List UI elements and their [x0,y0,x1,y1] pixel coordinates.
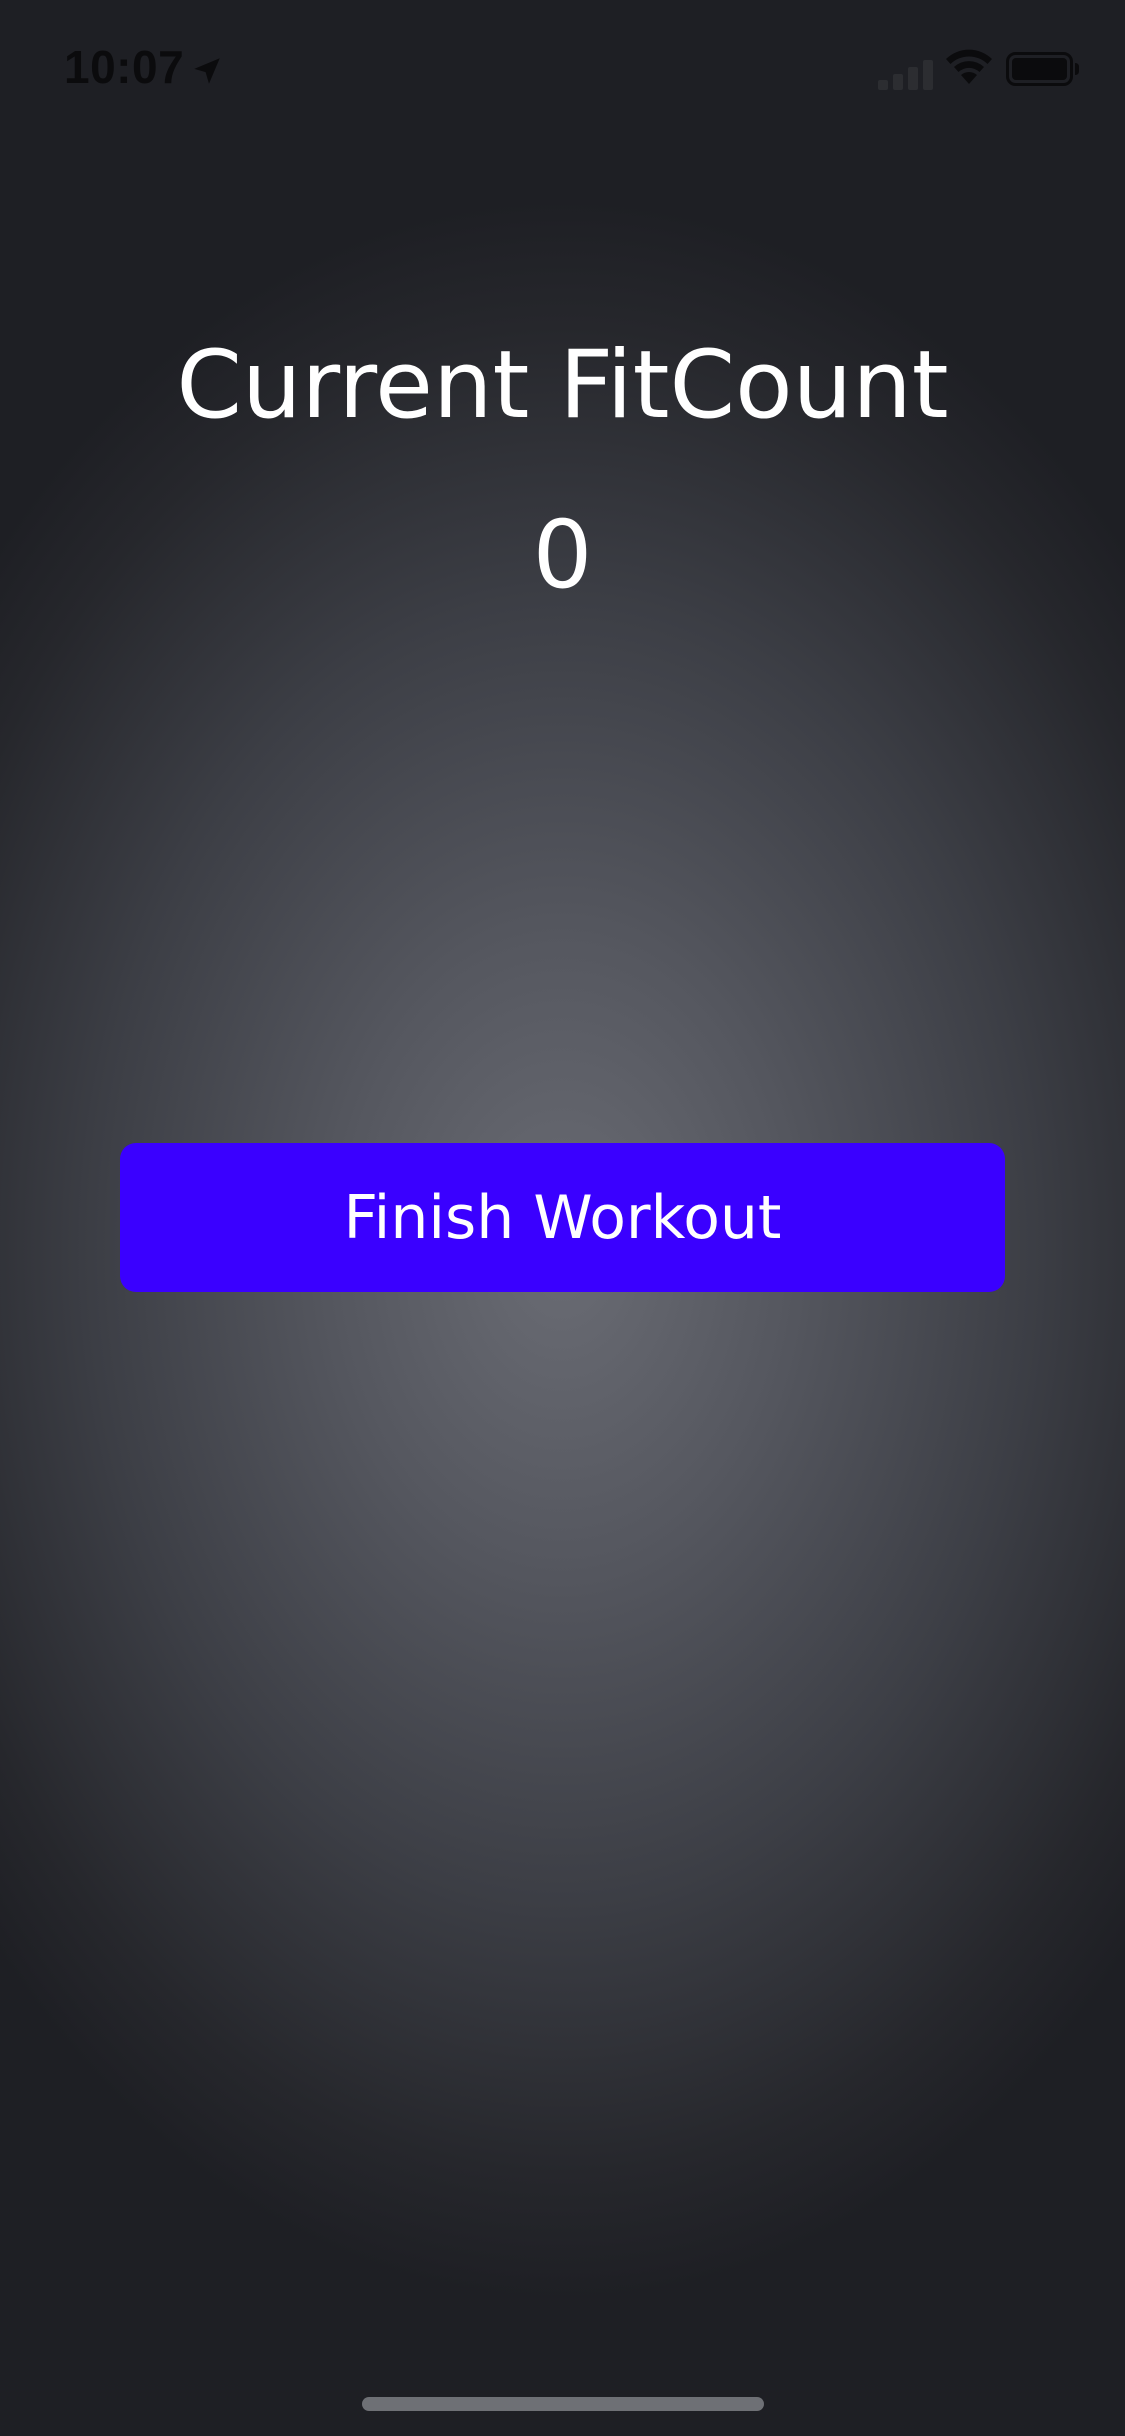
status-time: 10:07 [64,41,185,93]
workout-screen: 10:07 Current FitCount 0 Finish Workout [0,0,1125,2436]
page-title: Current FitCount [176,331,949,440]
home-indicator[interactable] [362,2397,764,2411]
battery-icon [1006,52,1079,86]
fitcount-value: 0 [532,501,593,610]
finish-workout-button[interactable]: Finish Workout [120,1143,1005,1292]
wifi-icon [946,49,992,84]
location-arrow-icon [194,58,220,84]
cellular-signal-icon [878,60,933,90]
status-bar: 10:07 [0,0,1125,135]
